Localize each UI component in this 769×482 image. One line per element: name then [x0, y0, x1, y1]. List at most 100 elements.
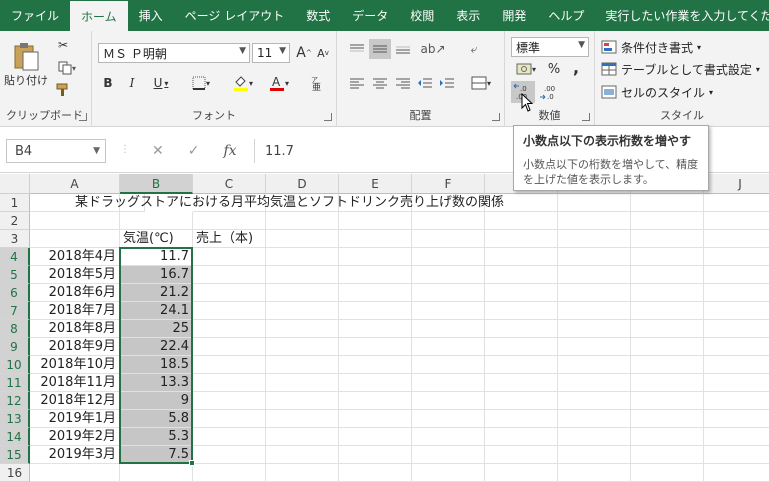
cell-a4[interactable]: 2018年4月 [30, 248, 120, 266]
row-header-5[interactable]: 5 [0, 266, 30, 284]
italic-button[interactable]: I [122, 73, 142, 93]
cell-i6[interactable] [631, 284, 704, 302]
tab-review[interactable]: 校閲 [399, 0, 445, 31]
cell-h7[interactable] [558, 302, 631, 320]
cell-i7[interactable] [631, 302, 704, 320]
cell-c5[interactable] [193, 266, 266, 284]
column-header-j[interactable]: J [704, 174, 769, 194]
cell-g14[interactable] [485, 428, 558, 446]
cell-e5[interactable] [339, 266, 412, 284]
cell-e11[interactable] [339, 374, 412, 392]
cell-a7[interactable]: 2018年7月 [30, 302, 120, 320]
cell-d10[interactable] [266, 356, 339, 374]
cell-e14[interactable] [339, 428, 412, 446]
cell-c7[interactable] [193, 302, 266, 320]
cell-i8[interactable] [631, 320, 704, 338]
row-header-1[interactable]: 1 [0, 194, 30, 212]
cell-f15[interactable] [412, 446, 485, 464]
clipboard-launcher[interactable] [79, 113, 87, 121]
cell-d3[interactable] [266, 230, 339, 248]
merge-center-button[interactable]: ▾ [465, 73, 497, 93]
cell-g16[interactable] [485, 464, 558, 482]
cell-i1[interactable] [631, 194, 704, 212]
cell-h13[interactable] [558, 410, 631, 428]
cell-g6[interactable] [485, 284, 558, 302]
cell-i14[interactable] [631, 428, 704, 446]
number-launcher[interactable] [582, 113, 590, 121]
row-header-6[interactable]: 6 [0, 284, 30, 302]
decrease-decimal-button[interactable]: .00.0 [537, 81, 561, 103]
cell-e3[interactable] [339, 230, 412, 248]
cell-b1[interactable]: 某ドラッグストアにおける月平均気温とソフトドリンク売り上げ数の関係 [72, 194, 504, 212]
column-header-e[interactable]: E [339, 174, 412, 194]
underline-button[interactable]: U ▾ [146, 73, 176, 93]
cell-a2[interactable] [30, 212, 120, 230]
align-middle-button[interactable] [369, 39, 391, 59]
cell-i16[interactable] [631, 464, 704, 482]
alignment-launcher[interactable] [492, 113, 500, 121]
cell-c3[interactable]: 売上（本) [193, 230, 266, 248]
row-header-12[interactable]: 12 [0, 392, 30, 410]
conditional-formatting-button[interactable]: 条件付き書式 ▾ [601, 36, 701, 58]
cell-c10[interactable] [193, 356, 266, 374]
cell-a12[interactable]: 2018年12月 [30, 392, 120, 410]
cell-e13[interactable] [339, 410, 412, 428]
cell-g11[interactable] [485, 374, 558, 392]
cell-c16[interactable] [193, 464, 266, 482]
font-size-dropdown[interactable]: 11 ▼ [252, 43, 290, 63]
cell-b5[interactable]: 16.7 [120, 266, 193, 284]
cell-c14[interactable] [193, 428, 266, 446]
cell-f12[interactable] [412, 392, 485, 410]
cell-f2[interactable] [412, 212, 485, 230]
row-header-16[interactable]: 16 [0, 464, 30, 482]
tab-view[interactable]: 表示 [445, 0, 491, 31]
cell-b7[interactable]: 24.1 [120, 302, 193, 320]
cell-e8[interactable] [339, 320, 412, 338]
cell-e2[interactable] [339, 212, 412, 230]
column-header-a[interactable]: A [30, 174, 120, 194]
tab-file[interactable]: ファイル [0, 0, 70, 31]
cell-e12[interactable] [339, 392, 412, 410]
cell-g4[interactable] [485, 248, 558, 266]
cell-f5[interactable] [412, 266, 485, 284]
tab-data[interactable]: データ [341, 0, 399, 31]
increase-indent-icon[interactable] [439, 77, 455, 89]
tab-help[interactable]: ヘルプ [537, 0, 595, 31]
cell-j14[interactable] [704, 428, 769, 446]
cell-b3[interactable]: 気温(℃) [120, 230, 193, 248]
shrink-font-button[interactable]: Av [314, 43, 332, 63]
align-center-icon[interactable] [372, 77, 388, 89]
cell-j12[interactable] [704, 392, 769, 410]
cell-a8[interactable]: 2018年8月 [30, 320, 120, 338]
cell-b13[interactable]: 5.8 [120, 410, 193, 428]
cell-i9[interactable] [631, 338, 704, 356]
cell-e10[interactable] [339, 356, 412, 374]
cell-i5[interactable] [631, 266, 704, 284]
cell-f7[interactable] [412, 302, 485, 320]
row-header-4[interactable]: 4 [0, 248, 30, 266]
cell-d9[interactable] [266, 338, 339, 356]
copy-button[interactable]: ▾ [52, 59, 82, 77]
cell-h2[interactable] [558, 212, 631, 230]
cell-j4[interactable] [704, 248, 769, 266]
cell-f3[interactable] [412, 230, 485, 248]
align-left-icon[interactable] [349, 77, 365, 89]
tell-me-search[interactable]: 実行したい作業を入力してください [601, 0, 769, 31]
cell-b9[interactable]: 22.4 [120, 338, 193, 356]
cell-d16[interactable] [266, 464, 339, 482]
cell-e6[interactable] [339, 284, 412, 302]
cell-g7[interactable] [485, 302, 558, 320]
cell-b8[interactable]: 25 [120, 320, 193, 338]
cell-d5[interactable] [266, 266, 339, 284]
cell-g3[interactable] [485, 230, 558, 248]
orientation-button[interactable]: ab↗ [419, 39, 447, 59]
cut-button[interactable]: ✂ [52, 36, 74, 54]
cell-b12[interactable]: 9 [120, 392, 193, 410]
cell-a11[interactable]: 2018年11月 [30, 374, 120, 392]
cell-g9[interactable] [485, 338, 558, 356]
fill-color-button[interactable]: ▾ [226, 73, 260, 93]
number-format-dropdown[interactable]: 標準 ▼ [511, 37, 589, 57]
cell-g12[interactable] [485, 392, 558, 410]
cell-c11[interactable] [193, 374, 266, 392]
name-box[interactable]: B4 ▼ [6, 139, 106, 163]
